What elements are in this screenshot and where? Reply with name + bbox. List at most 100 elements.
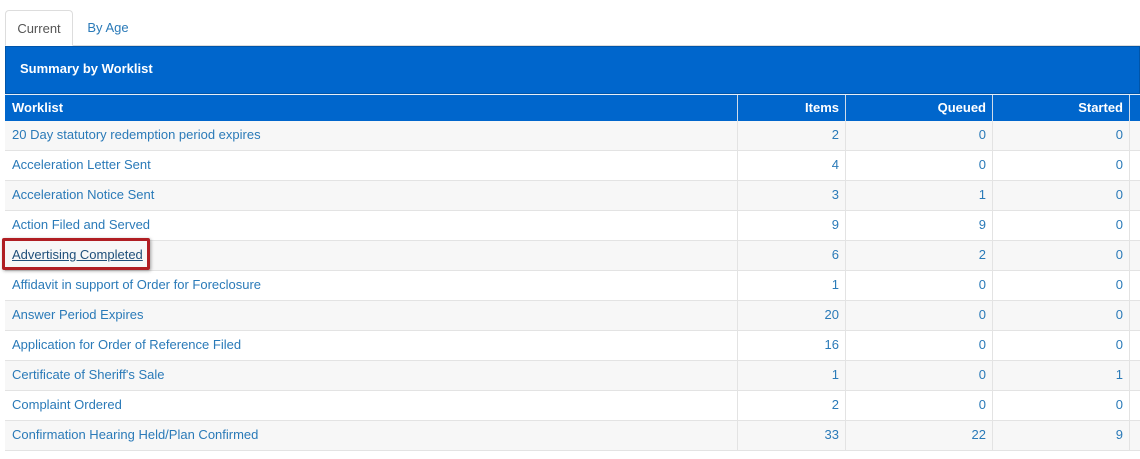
queued-count-link[interactable]: 0	[979, 277, 986, 292]
cell-extra	[1130, 421, 1140, 450]
summary-panel: Summary by Worklist Worklist Items Queue…	[5, 46, 1140, 459]
cell-queued: 0	[846, 121, 993, 150]
queued-count-link[interactable]: 0	[979, 397, 986, 412]
table-row: 20 Day statutory redemption period expir…	[5, 121, 1140, 151]
items-count-link[interactable]: 3	[832, 187, 839, 202]
cell-items: 2	[738, 391, 846, 420]
queued-count-link[interactable]: 0	[979, 367, 986, 382]
started-count-link[interactable]: 0	[1116, 397, 1123, 412]
table-row: Acceleration Letter Sent 4 0 0	[5, 151, 1140, 181]
cell-items: 2	[738, 121, 846, 150]
table-row: Application for Order of Reference Filed…	[5, 331, 1140, 361]
started-count-link[interactable]: 0	[1116, 157, 1123, 172]
table-header: Worklist Items Queued Started	[5, 94, 1140, 121]
queued-count-link[interactable]: 2	[979, 247, 986, 262]
cell-started: 0	[993, 241, 1130, 270]
started-count-link[interactable]: 0	[1116, 217, 1123, 232]
items-count-link[interactable]: 2	[832, 127, 839, 142]
table-row: Confirmation Hearing Held/Plan Confirmed…	[5, 421, 1140, 451]
cell-worklist: 20 Day statutory redemption period expir…	[5, 121, 738, 150]
queued-count-link[interactable]: 0	[979, 307, 986, 322]
items-count-link[interactable]: 1	[832, 277, 839, 292]
cell-queued: 2	[846, 241, 993, 270]
cell-worklist: Confirmation Hearing Held/Plan Confirmed	[5, 421, 738, 450]
worklist-link[interactable]: Certificate of Sheriff's Sale	[12, 367, 165, 382]
cell-extra	[1130, 241, 1140, 270]
cell-queued: 0	[846, 361, 993, 390]
worklist-link[interactable]: Application for Order of Reference Filed	[12, 337, 241, 352]
started-count-link[interactable]: 9	[1116, 427, 1123, 442]
cell-queued: 0	[846, 391, 993, 420]
queued-count-link[interactable]: 0	[979, 127, 986, 142]
cell-extra	[1130, 271, 1140, 300]
cell-extra	[1130, 151, 1140, 180]
queued-count-link[interactable]: 0	[979, 337, 986, 352]
items-count-link[interactable]: 9	[832, 217, 839, 232]
cell-started: 0	[993, 151, 1130, 180]
worklist-link[interactable]: Advertising Completed	[12, 247, 143, 262]
cell-items: 9	[738, 211, 846, 240]
cell-items: 6	[738, 241, 846, 270]
tab-bar: Current By Age	[5, 10, 1140, 46]
tab-current[interactable]: Current	[5, 10, 73, 46]
tab-by-age[interactable]: By Age	[75, 10, 141, 46]
cell-started: 0	[993, 391, 1130, 420]
column-header-started[interactable]: Started	[993, 95, 1130, 121]
items-count-link[interactable]: 4	[832, 157, 839, 172]
worklist-link[interactable]: 20 Day statutory redemption period expir…	[12, 127, 261, 142]
cell-extra	[1130, 391, 1140, 420]
items-count-link[interactable]: 1	[832, 367, 839, 382]
queued-count-link[interactable]: 22	[972, 427, 986, 442]
queued-count-link[interactable]: 0	[979, 157, 986, 172]
started-count-link[interactable]: 0	[1116, 277, 1123, 292]
cell-started: 0	[993, 301, 1130, 330]
items-count-link[interactable]: 33	[825, 427, 839, 442]
cell-items: 33	[738, 421, 846, 450]
started-count-link[interactable]: 1	[1116, 367, 1123, 382]
worklist-link[interactable]: Complaint Ordered	[12, 397, 122, 412]
cell-extra	[1130, 181, 1140, 210]
cell-extra	[1130, 301, 1140, 330]
started-count-link[interactable]: 0	[1116, 187, 1123, 202]
worklist-link[interactable]: Answer Period Expires	[12, 307, 144, 322]
started-count-link[interactable]: 0	[1116, 127, 1123, 142]
worklist-link[interactable]: Action Filed and Served	[12, 217, 150, 232]
column-header-extra	[1130, 95, 1140, 121]
cell-started: 9	[993, 421, 1130, 450]
cell-started: 0	[993, 181, 1130, 210]
table-body: 20 Day statutory redemption period expir…	[5, 121, 1140, 451]
cell-items: 16	[738, 331, 846, 360]
cell-extra	[1130, 361, 1140, 390]
cell-worklist: Certificate of Sheriff's Sale	[5, 361, 738, 390]
worklist-link[interactable]: Acceleration Notice Sent	[12, 187, 154, 202]
column-header-items[interactable]: Items	[738, 95, 846, 121]
items-count-link[interactable]: 2	[832, 397, 839, 412]
cell-queued: 22	[846, 421, 993, 450]
cell-worklist: Action Filed and Served	[5, 211, 738, 240]
panel-title: Summary by Worklist	[20, 61, 153, 76]
column-header-queued[interactable]: Queued	[846, 95, 993, 121]
cell-started: 0	[993, 121, 1130, 150]
column-header-worklist[interactable]: Worklist	[5, 95, 738, 121]
worklist-link[interactable]: Acceleration Letter Sent	[12, 157, 151, 172]
cell-queued: 1	[846, 181, 993, 210]
table-row: Affidavit in support of Order for Forecl…	[5, 271, 1140, 301]
queued-count-link[interactable]: 1	[979, 187, 986, 202]
table-row: Acceleration Notice Sent 3 1 0	[5, 181, 1140, 211]
items-count-link[interactable]: 6	[832, 247, 839, 262]
cell-started: 0	[993, 271, 1130, 300]
cell-extra	[1130, 211, 1140, 240]
worklist-link[interactable]: Affidavit in support of Order for Forecl…	[12, 277, 261, 292]
started-count-link[interactable]: 0	[1116, 247, 1123, 262]
worklist-link[interactable]: Confirmation Hearing Held/Plan Confirmed	[12, 427, 258, 442]
items-count-link[interactable]: 20	[825, 307, 839, 322]
cell-queued: 0	[846, 151, 993, 180]
table-row: Complaint Ordered 2 0 0	[5, 391, 1140, 421]
cell-extra	[1130, 331, 1140, 360]
started-count-link[interactable]: 0	[1116, 307, 1123, 322]
queued-count-link[interactable]: 9	[979, 217, 986, 232]
cell-queued: 0	[846, 301, 993, 330]
started-count-link[interactable]: 0	[1116, 337, 1123, 352]
cell-worklist: Advertising Completed	[5, 241, 738, 270]
items-count-link[interactable]: 16	[825, 337, 839, 352]
